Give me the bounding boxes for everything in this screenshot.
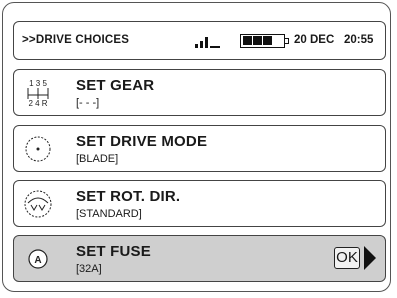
arrow-right-icon[interactable]	[364, 246, 376, 270]
svg-text:2 4 R: 2 4 R	[28, 99, 47, 108]
menu-item-set-gear[interactable]: 1 3 5 2 4 R SET GEAR [- - -]	[13, 69, 386, 116]
menu-item-set-fuse[interactable]: A SET FUSE [32A] OK	[13, 235, 386, 282]
ok-button[interactable]: OK	[334, 247, 360, 269]
battery-icon	[240, 34, 289, 48]
blade-disc-icon	[22, 134, 54, 164]
date-display: 20 DEC	[294, 34, 335, 46]
rotation-direction-icon	[22, 189, 54, 219]
status-header: >>DRIVE CHOICES 20 DEC 20:55	[13, 21, 386, 60]
gearshift-icon: 1 3 5 2 4 R	[22, 78, 54, 108]
menu-item-label: SET FUSE	[76, 243, 151, 260]
menu-item-value: [BLADE]	[76, 153, 119, 165]
device-screen: >>DRIVE CHOICES 20 DEC 20:55 1 3 5 2 4 R	[2, 2, 391, 292]
svg-text:1 3 5: 1 3 5	[29, 79, 47, 88]
menu-item-label: SET GEAR	[76, 77, 155, 94]
menu-item-set-rot-dir[interactable]: SET ROT. DIR. [STANDARD]	[13, 180, 386, 227]
svg-text:A: A	[34, 255, 41, 266]
menu-item-label: SET DRIVE MODE	[76, 133, 208, 150]
fuse-icon: A	[22, 244, 54, 274]
signal-strength-icon	[193, 34, 223, 48]
menu-item-value: [- - -]	[76, 97, 100, 109]
page-title: >>DRIVE CHOICES	[22, 34, 130, 46]
menu-item-label: SET ROT. DIR.	[76, 188, 181, 205]
menu-item-value: [32A]	[76, 263, 102, 275]
menu-item-value: [STANDARD]	[76, 208, 142, 220]
menu-item-set-drive-mode[interactable]: SET DRIVE MODE [BLADE]	[13, 125, 386, 172]
time-display: 20:55	[344, 34, 374, 46]
